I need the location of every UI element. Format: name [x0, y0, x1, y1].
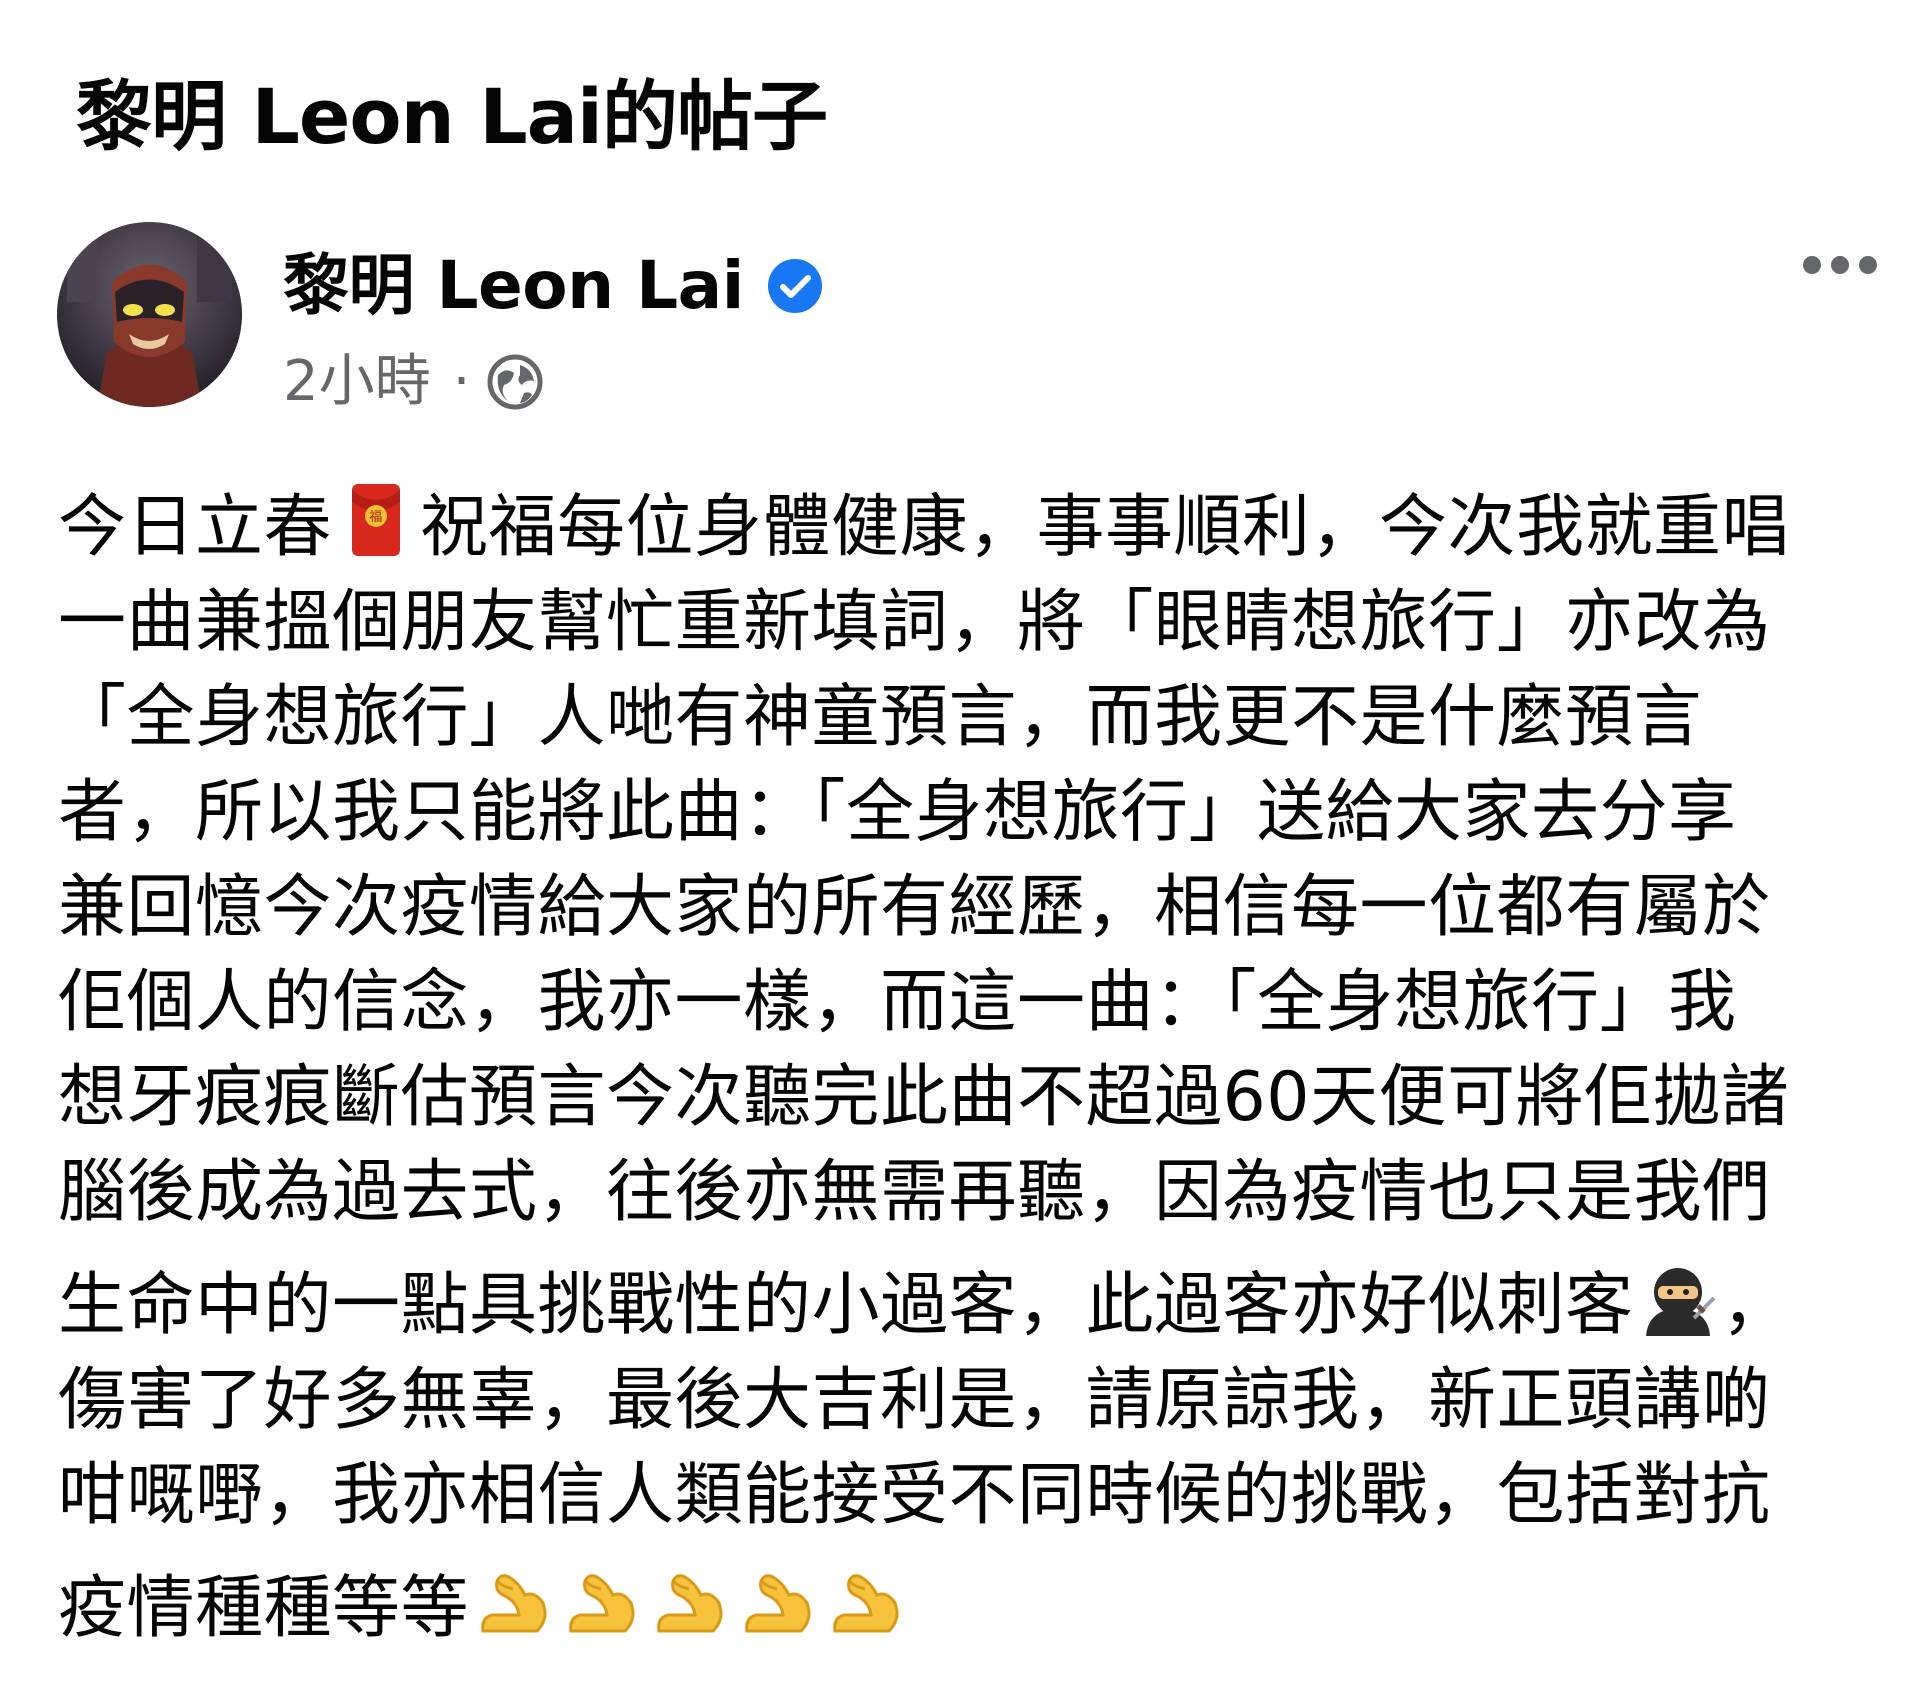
meta-separator: ·	[452, 349, 471, 414]
post-line: 今日立春 福 祝福每位身體健康，事事順利，今次我就重唱	[58, 480, 1888, 575]
post-timestamp[interactable]: 2小時	[283, 342, 431, 422]
post-text: 今日立春	[58, 488, 333, 567]
post-line: 「全身想旅行」人哋有神童預言，而我更不是什麼預言	[58, 678, 1703, 757]
post-line: 腦後成為過去式，往後亦無需再聽，因為疫情也只是我們	[58, 1153, 1771, 1232]
post-line: 生命中的一點具挑戰性的小過客，此過客亦好似刺客 ，	[58, 1258, 1888, 1353]
post-line: 兼回憶今次疫情給大家的所有經歷，相信每一位都有屬於	[58, 868, 1771, 947]
flexed-biceps-emoji	[649, 1561, 729, 1641]
post-text: 疫情種種等等	[58, 1569, 470, 1648]
svg-text:福: 福	[369, 510, 383, 525]
ninja-emoji	[1638, 1258, 1718, 1338]
post-text: 祝福每位身體健康，事事順利，今次我就重唱	[420, 488, 1791, 567]
post-line: 疫情種種等等	[58, 1561, 1888, 1656]
page-title: 黎明 Leon Lai的帖子	[76, 72, 828, 161]
post-line: 想牙痕痕斷估預言今次聽完此曲不超過60天便可將佢拋諸	[58, 1058, 1790, 1137]
post-body: 今日立春 福 祝福每位身體健康，事事順利，今次我就重唱 一曲兼搵個朋友幫忙重新填詞，…	[58, 480, 1888, 1656]
post-line: 佢個人的信念，我亦一樣，而這一曲：「全身想旅行」我	[58, 963, 1737, 1042]
post-line: 者，所以我只能將此曲：「全身想旅行」送給大家去分享	[58, 773, 1737, 852]
post-line: 一曲兼搵個朋友幫忙重新填詞，將「眼睛想旅行」亦改為	[58, 583, 1771, 662]
author-name[interactable]: 黎明 Leon Lai	[283, 236, 744, 336]
flexed-biceps-emoji	[737, 1561, 817, 1641]
post-line: 傷害了好多無辜，最後大吉利是，請原諒我，新正頭講啲	[58, 1361, 1771, 1440]
more-options-button[interactable]	[1790, 240, 1890, 290]
red-envelope-emoji: 福	[336, 480, 416, 560]
flexed-biceps-emoji	[561, 1561, 641, 1641]
post-line: 咁嘅嘢，我亦相信人類能接受不同時候的挑戰，包括對抗	[58, 1456, 1771, 1535]
post-text: ，	[1721, 1266, 1791, 1345]
post-text: 生命中的一點具挑戰性的小過客，此過客亦好似刺客	[58, 1266, 1634, 1345]
avatar[interactable]	[57, 222, 242, 407]
flexed-biceps-emoji	[825, 1561, 905, 1641]
flexed-biceps-emoji	[473, 1561, 553, 1641]
globe-icon	[486, 353, 544, 411]
verified-badge-icon	[766, 257, 824, 315]
more-options-icon	[1803, 256, 1877, 274]
flexed-biceps-group	[469, 1569, 909, 1648]
avatar-image	[57, 222, 242, 407]
